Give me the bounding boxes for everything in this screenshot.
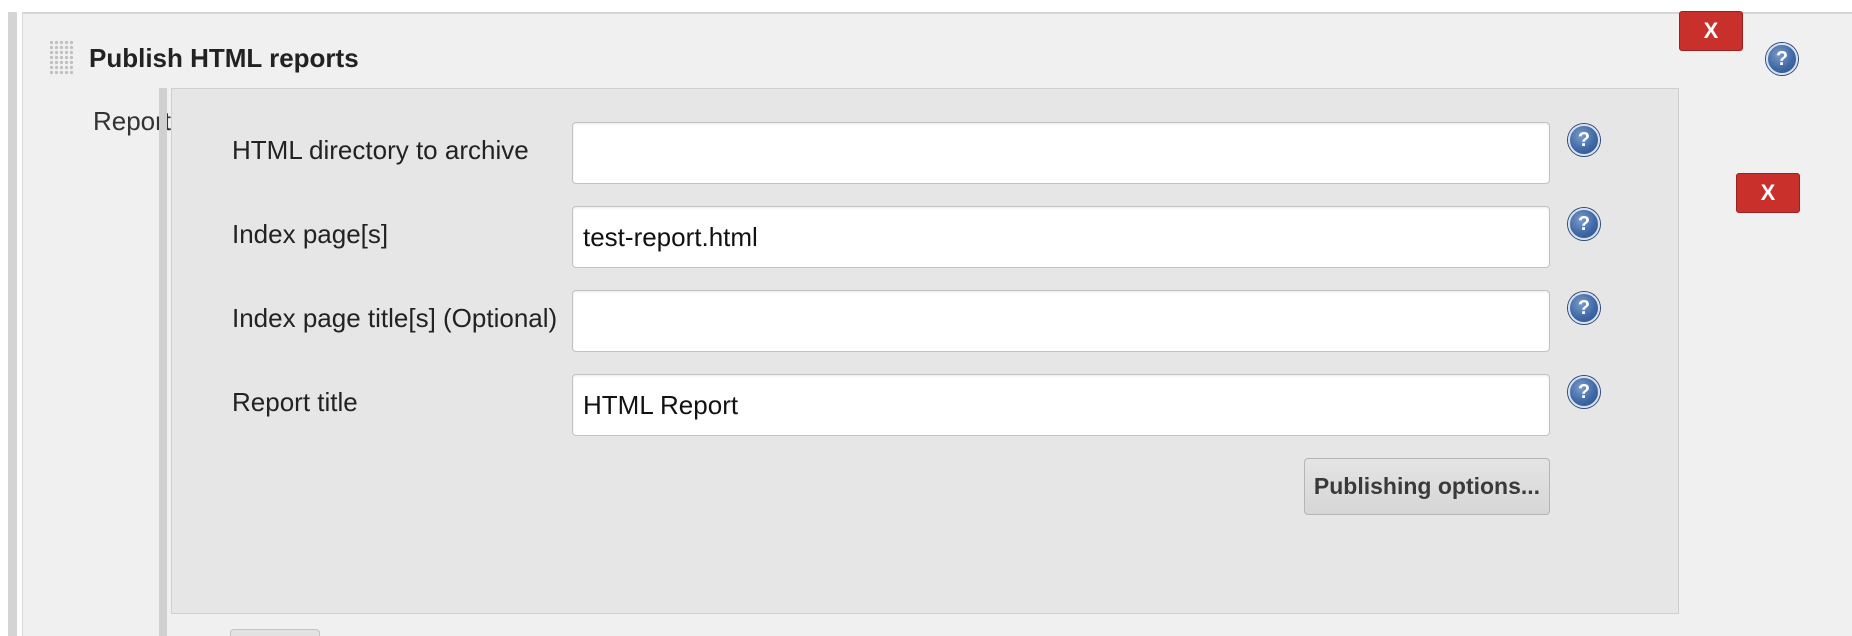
field-row-index-page-titles: Index page title[s] (Optional) ?	[172, 290, 1678, 352]
report-entry-panel: X HTML directory to archive ? Index page…	[171, 88, 1800, 614]
reports-label: Reports	[92, 106, 184, 136]
drag-handle-icon[interactable]	[49, 40, 73, 76]
delete-report-button[interactable]: X	[1736, 173, 1800, 213]
field-row-html-directory: HTML directory to archive ?	[172, 122, 1678, 184]
report-title-input[interactable]	[572, 374, 1550, 436]
reports-rail	[159, 88, 167, 636]
html-directory-help-icon[interactable]: ?	[1568, 124, 1600, 156]
index-page-titles-input[interactable]	[572, 290, 1550, 352]
publish-html-reports-page: Publish HTML reports X ? Reports X HTML …	[0, 0, 1852, 636]
report-title-label: Report title	[232, 387, 358, 417]
index-page-titles-label: Index page title[s] (Optional)	[232, 303, 558, 333]
report-title-help-icon[interactable]: ?	[1568, 376, 1600, 408]
add-report-button[interactable]	[230, 629, 320, 636]
index-pages-input[interactable]	[572, 206, 1550, 268]
html-directory-label: HTML directory to archive	[232, 135, 529, 165]
left-rail	[8, 12, 17, 636]
index-pages-help-icon[interactable]: ?	[1568, 208, 1600, 240]
section-title: Publish HTML reports	[89, 43, 359, 73]
html-directory-input[interactable]	[572, 122, 1550, 184]
index-pages-label: Index page[s]	[232, 219, 389, 249]
section-help-icon[interactable]: ?	[1766, 43, 1798, 75]
publishing-options-button[interactable]: Publishing options...	[1304, 458, 1550, 515]
field-row-index-pages: Index page[s] ?	[172, 206, 1678, 268]
delete-section-button[interactable]: X	[1679, 11, 1743, 51]
field-row-report-title: Report title ?	[172, 374, 1678, 436]
index-page-titles-help-icon[interactable]: ?	[1568, 292, 1600, 324]
